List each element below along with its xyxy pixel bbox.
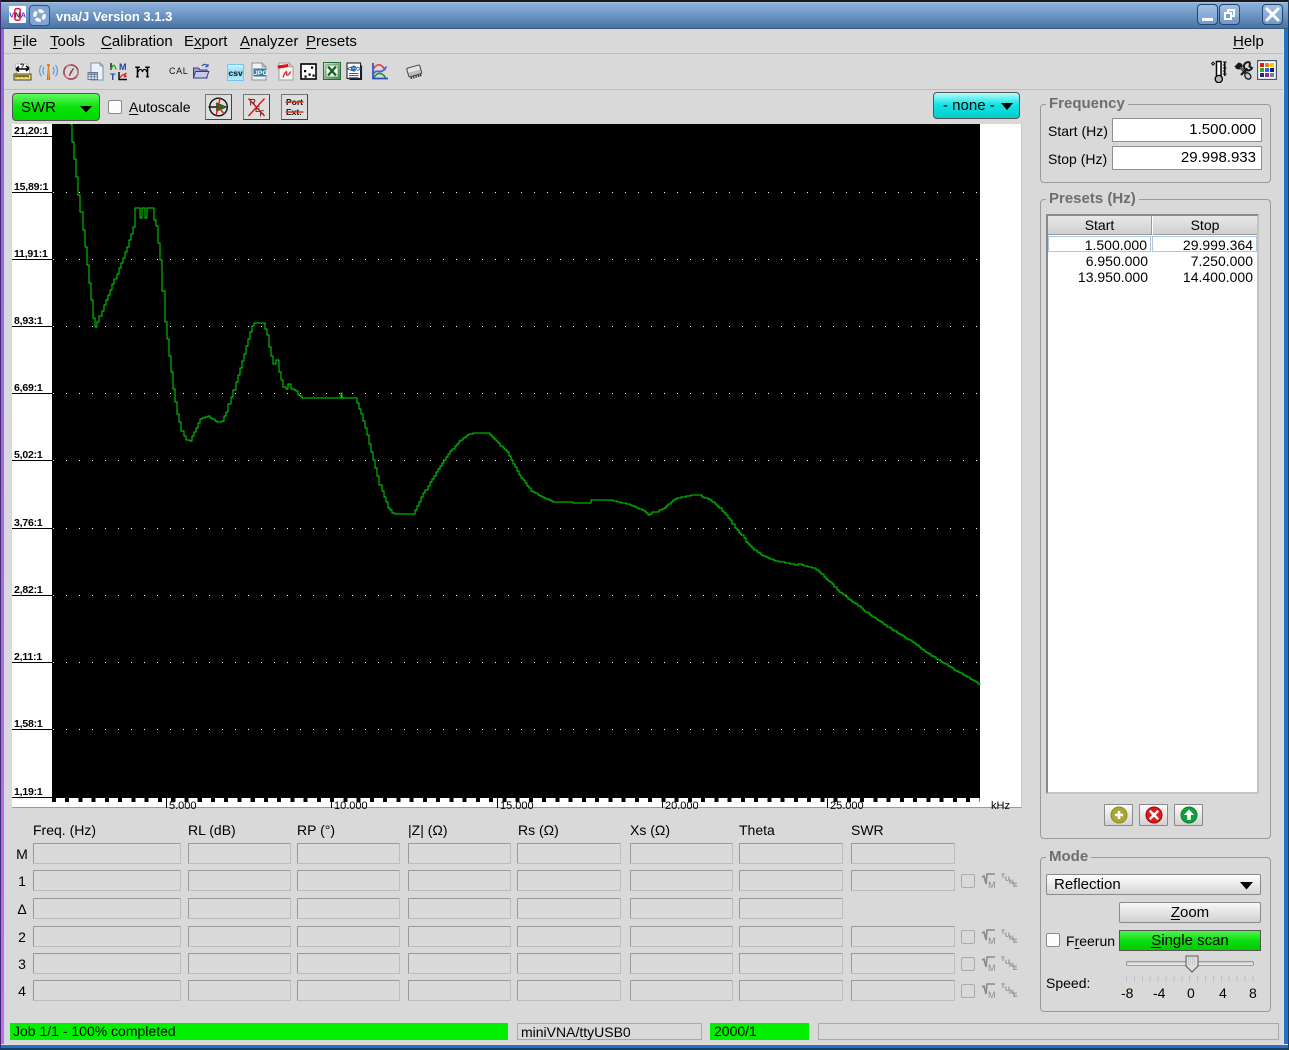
- svg-text:csv: csv: [229, 68, 243, 78]
- svg-text:M: M: [988, 963, 996, 973]
- svg-text:JPG: JPG: [254, 70, 268, 77]
- svg-text:E: E: [1013, 965, 1018, 972]
- svg-text:V: V: [9, 11, 14, 20]
- svg-text:A: A: [21, 11, 26, 20]
- svg-text:E: E: [1013, 992, 1018, 999]
- svg-text:E: E: [1013, 882, 1018, 889]
- svg-text:M: M: [988, 990, 996, 1000]
- svg-text:N: N: [15, 11, 20, 20]
- svg-text:M: M: [119, 62, 127, 72]
- svg-text:E: E: [1013, 938, 1018, 945]
- svg-text:T: T: [110, 72, 116, 81]
- svg-text:?: ?: [20, 64, 24, 71]
- svg-text:>: >: [357, 65, 362, 74]
- svg-text:M: M: [988, 880, 996, 890]
- svg-text:M: M: [988, 936, 996, 946]
